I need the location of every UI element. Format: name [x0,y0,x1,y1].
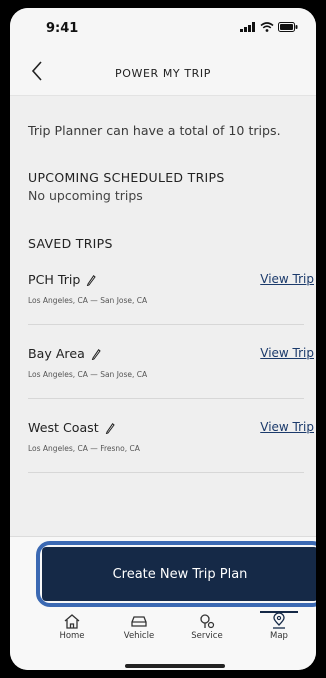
view-trip-link[interactable]: View Trip [260,420,314,434]
phone-frame: 9:41 POWER MY TRIP Trip Planner can have… [0,0,326,678]
tab-map-label: Map [270,631,288,641]
status-time: 9:41 [46,21,79,36]
trip-route: Los Angeles, CA — San Jose, CA [28,296,148,305]
divider [28,324,304,325]
tab-service-label: Service [191,631,223,641]
trip-name: Bay Area [28,346,85,361]
trip-name-row: Bay Area [28,346,101,361]
view-trip-link[interactable]: View Trip [260,346,314,360]
trip-route: Los Angeles, CA — San Jose, CA [28,370,148,379]
saved-heading: SAVED TRIPS [28,236,113,251]
bottom-footer: Create New Trip Plan Home Vehicle Servic… [10,536,316,670]
divider [28,472,304,473]
battery-icon [278,22,298,32]
tab-home[interactable]: Home [40,613,104,641]
saved-trip-item: Bay Area Los Angeles, CA — San Jose, CA … [28,346,314,416]
trip-name: West Coast [28,420,99,435]
view-trip-link[interactable]: View Trip [260,272,314,286]
vehicle-icon [131,616,147,627]
wifi-icon [260,22,274,32]
app-screen: 9:41 POWER MY TRIP Trip Planner can have… [10,8,316,670]
tab-vehicle[interactable]: Vehicle [107,613,171,641]
map-pin-icon [273,613,285,629]
edit-pencil-icon[interactable] [86,274,97,286]
trip-route: Los Angeles, CA — Fresno, CA [28,444,140,453]
tab-service[interactable]: Service [175,613,239,641]
trip-name-row: PCH Trip [28,272,97,287]
upcoming-empty-text: No upcoming trips [28,188,143,203]
create-trip-plan-button[interactable]: Create New Trip Plan [42,547,316,601]
page-title: POWER MY TRIP [114,67,211,80]
status-bar: 9:41 [10,8,316,50]
upcoming-heading: UPCOMING SCHEDULED TRIPS [28,170,225,185]
status-icons [240,22,298,32]
signal-icon [240,22,255,32]
tab-bar: Home Vehicle Service Map [10,611,316,653]
home-icon [64,614,80,629]
tab-home-label: Home [59,631,85,641]
tab-map[interactable]: Map [247,613,311,641]
home-indicator [125,664,225,668]
saved-trip-item: PCH Trip Los Angeles, CA — San Jose, CA … [28,272,314,342]
trip-name: PCH Trip [28,272,81,287]
service-icon [200,614,215,629]
nav-header: POWER MY TRIP [10,50,316,96]
trips-content: Trip Planner can have a total of 10 trip… [10,96,316,536]
edit-pencil-icon[interactable] [91,348,101,360]
edit-pencil-icon[interactable] [105,422,115,434]
saved-trip-item: West Coast Los Angeles, CA — Fresno, CA … [28,420,314,490]
trip-limit-note: Trip Planner can have a total of 10 trip… [28,123,281,138]
tab-vehicle-label: Vehicle [123,631,155,641]
divider [28,398,304,399]
trip-name-row: West Coast [28,420,115,435]
